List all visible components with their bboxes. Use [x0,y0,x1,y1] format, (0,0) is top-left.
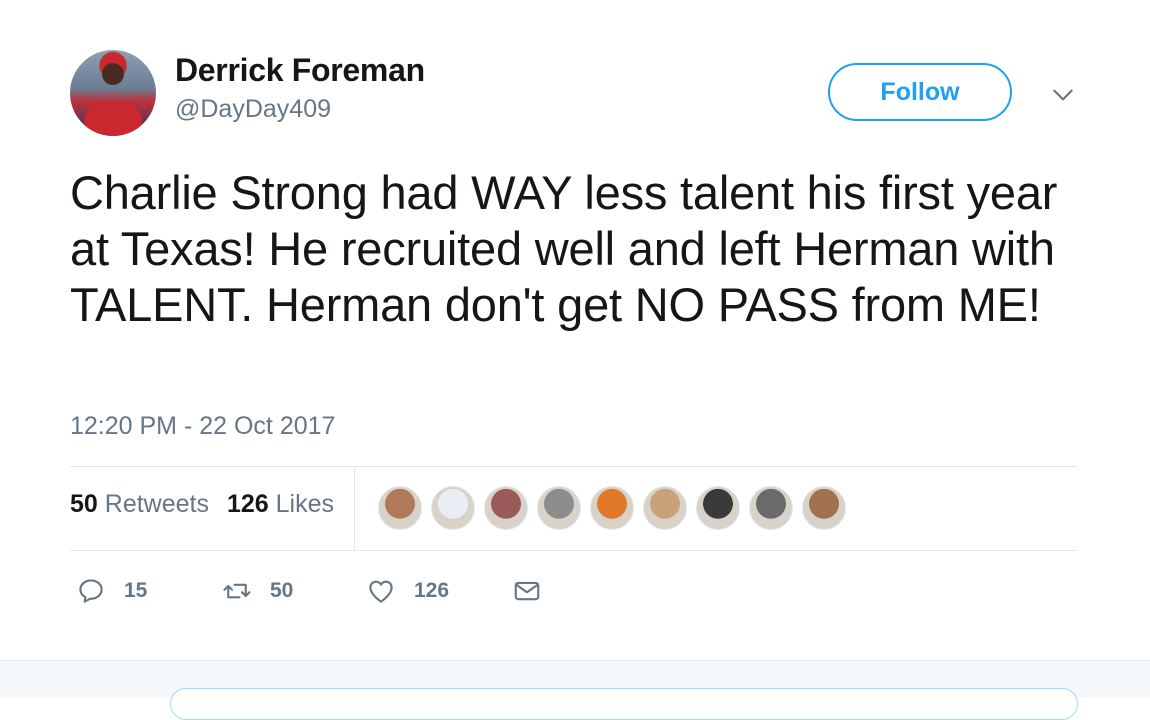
message-action[interactable] [512,576,560,606]
liker-avatar[interactable] [484,486,528,530]
likes-label: Likes [275,490,335,518]
liker-avatars [378,486,846,530]
tweet-timestamp[interactable]: 12:20 PM - 22 Oct 2017 [70,412,335,441]
tweet-stats: 50 Retweets 126 Likes [70,490,334,519]
retweets-stat[interactable]: 50 Retweets [70,490,209,519]
stats-separator [354,468,355,550]
tweet-actions: 15 50 126 [76,576,560,606]
reply-input[interactable] [170,688,1078,720]
retweet-icon [223,583,251,599]
retweet-count: 50 [270,579,294,602]
divider-bottom [70,550,1077,551]
liker-avatar[interactable] [643,486,687,530]
follow-button[interactable]: Follow [828,63,1012,121]
like-count: 126 [414,579,450,602]
reply-action[interactable]: 15 [76,576,222,606]
reply-count: 15 [124,579,148,602]
liker-avatar[interactable] [802,486,846,530]
retweets-label: Retweets [104,490,209,518]
retweet-action[interactable]: 50 [222,576,366,606]
avatar-jersey [84,102,142,136]
liker-avatar[interactable] [696,486,740,530]
likes-stat[interactable]: 126 Likes [227,490,334,519]
likes-count: 126 [226,490,269,518]
like-action[interactable]: 126 [366,576,512,606]
reply-icon [79,579,103,603]
liker-avatar[interactable] [537,486,581,530]
heart-icon [369,580,393,603]
author-avatar[interactable] [70,50,156,136]
chevron-down-icon[interactable] [1050,82,1076,108]
liker-avatar[interactable] [590,486,634,530]
author-handle[interactable]: @DayDay409 [175,95,331,124]
liker-avatar[interactable] [378,486,422,530]
envelope-icon [514,581,540,601]
retweets-count: 50 [70,490,98,518]
liker-avatar[interactable] [431,486,475,530]
tweet-text: Charlie Strong had WAY less talent his f… [70,166,1058,331]
divider-top [70,466,1077,467]
liker-avatar[interactable] [749,486,793,530]
author-name[interactable]: Derrick Foreman [175,52,425,89]
